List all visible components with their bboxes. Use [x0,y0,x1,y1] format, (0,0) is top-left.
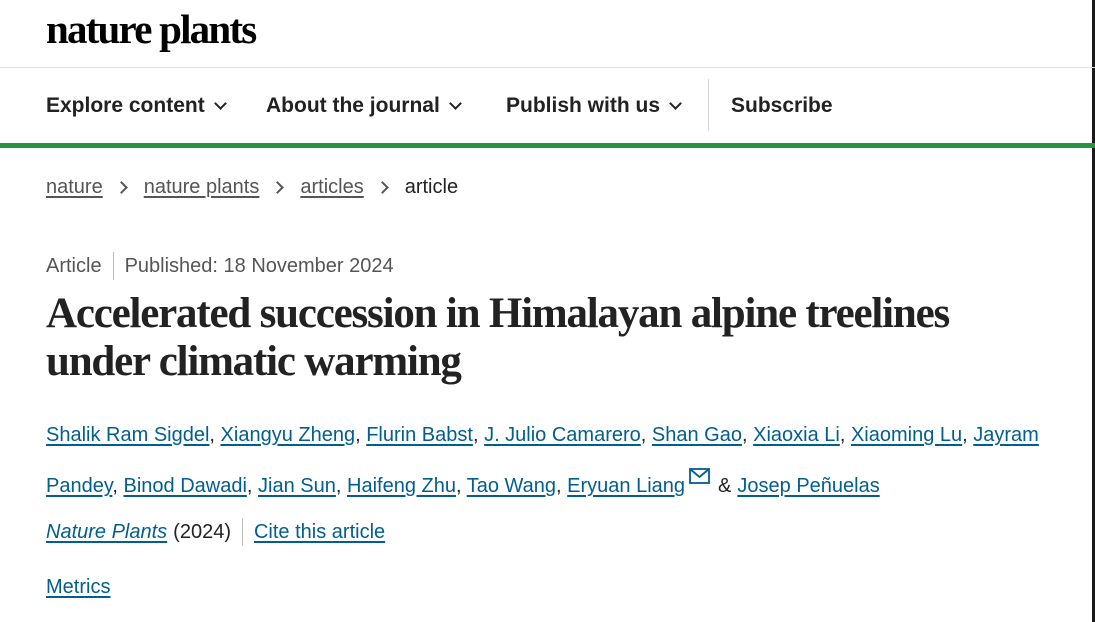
author-link[interactable]: Shan Gao [652,424,742,446]
author-link[interactable]: Shalik Ram Sigdel [46,424,209,446]
breadcrumb-nature[interactable]: nature [46,176,103,199]
metrics-link[interactable]: Metrics [46,576,110,599]
author-list: Shalik Ram Sigdel, Xiangyu Zheng, Flurin… [46,414,1056,508]
author-link[interactable]: Flurin Babst [366,424,473,446]
author-link[interactable]: Xiaoxia Li [753,424,840,446]
mail-icon[interactable] [689,457,710,500]
published-date: Published: 18 November 2024 [124,254,394,277]
breadcrumb-nature-plants[interactable]: nature plants [144,176,260,199]
journal-logo[interactable]: nature plants [46,6,257,52]
nav-explore-label: Explore content [46,93,205,117]
author-link[interactable]: Xiangyu Zheng [221,424,356,446]
author-ampersand: & [718,475,732,497]
article-title: Accelerated succession in Himalayan alpi… [46,290,950,385]
main-nav: Explore content About the journal Publis… [0,68,1095,148]
nav-explore-content[interactable]: Explore content [46,68,227,143]
breadcrumb-current: article [404,176,459,198]
publication-year: (2024) [173,520,231,543]
nav-publish-label: Publish with us [506,93,661,117]
author-separator: , [962,424,968,446]
author-separator: , [455,475,462,497]
author-link[interactable]: Tao Wang [467,475,556,497]
nav-divider [708,79,709,131]
chevron-right-icon [114,181,128,194]
citation-line: Nature Plants (2024) Cite this article [46,518,385,546]
chevron-right-icon [375,181,389,194]
author-separator: , [472,424,479,446]
author-link[interactable]: Binod Dawadi [123,475,246,497]
masthead: nature plants [0,0,1095,68]
cite-this-article-link[interactable]: Cite this article [254,521,385,544]
author-separator: , [839,424,846,446]
author-link[interactable]: Haifeng Zhu [347,475,456,497]
author-separator: , [209,424,215,446]
author-separator: , [112,475,118,497]
author-link[interactable]: Xiaoming Lu [851,424,962,446]
nav-about-label: About the journal [266,93,440,117]
author-link[interactable]: Jian Sun [258,475,336,497]
chevron-down-icon [448,96,462,110]
cite-divider [241,518,243,546]
author-separator: , [556,475,562,497]
chevron-down-icon [213,96,227,110]
author-link[interactable]: J. Julio Camarero [484,424,641,446]
author-link[interactable]: Eryuan Liang [567,475,685,497]
author-separator: , [640,424,647,446]
author-separator: , [355,424,361,446]
chevron-down-icon [669,96,682,110]
author-separator: , [246,475,253,497]
meta-divider [112,252,114,280]
breadcrumb: nature nature plants articles article [46,176,458,199]
nav-subscribe-label: Subscribe [731,93,833,117]
nav-subscribe[interactable]: Subscribe [731,68,833,143]
article-type: Article [46,254,102,277]
breadcrumb-articles[interactable]: articles [300,176,363,199]
nav-publish-with-us[interactable]: Publish with us [506,68,682,143]
journal-link[interactable]: Nature Plants [46,521,167,544]
author-separator: , [335,475,342,497]
author-separator: , [741,424,748,446]
article-meta: Article Published: 18 November 2024 [46,252,394,280]
chevron-right-icon [271,181,285,194]
author-link[interactable]: Josep Peñuelas [737,475,879,497]
nav-about-journal[interactable]: About the journal [266,68,462,143]
